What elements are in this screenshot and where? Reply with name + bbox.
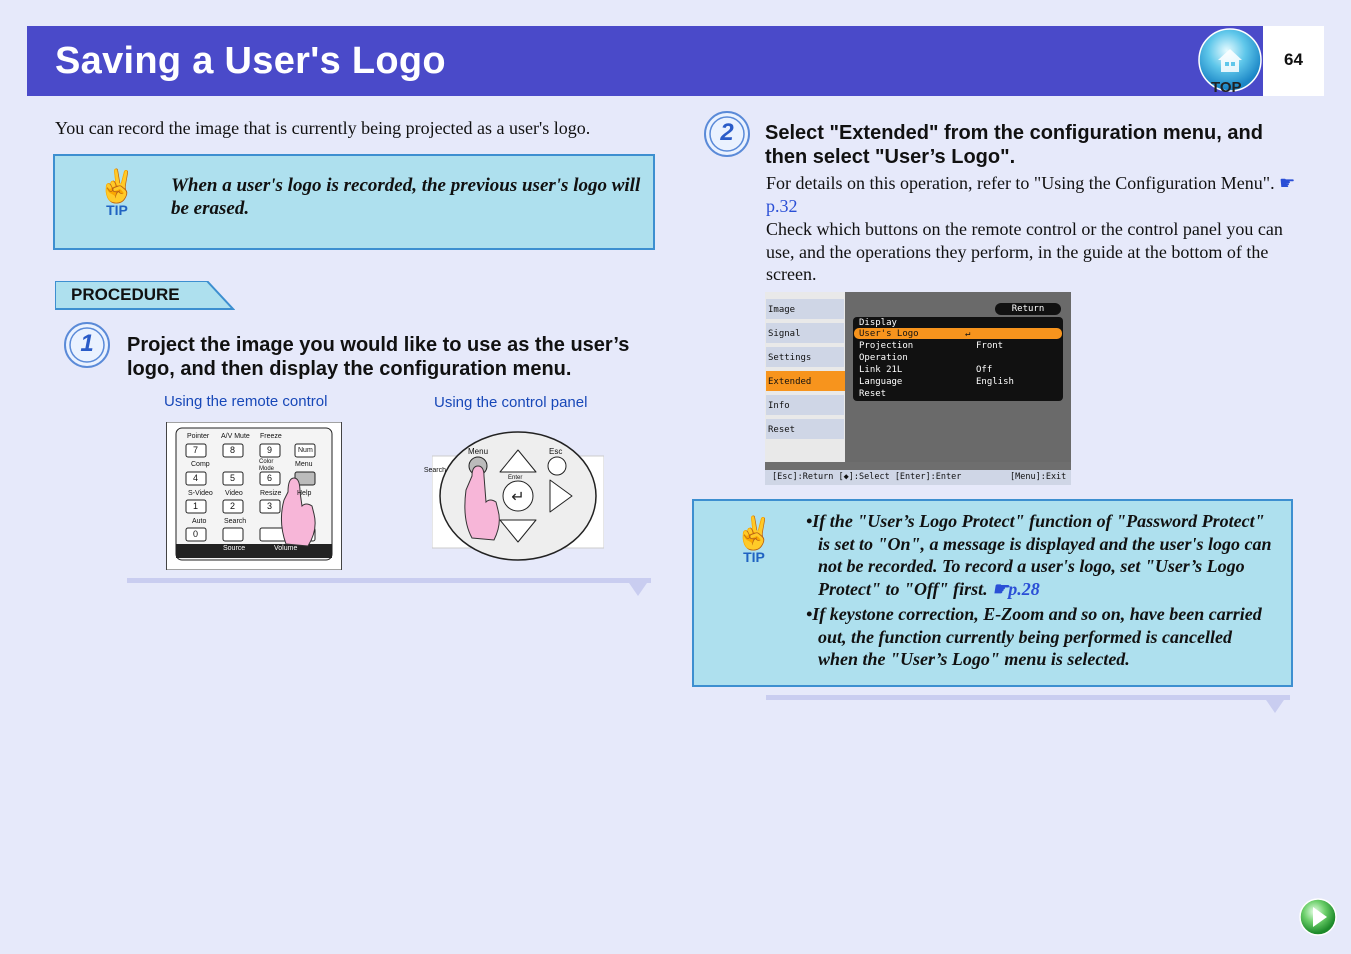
remote-key-pointer: Pointer	[187, 433, 210, 440]
remote-num-num: Num	[298, 447, 313, 454]
remote-num-7: 7	[193, 445, 199, 455]
remote-key-search: Search	[224, 518, 247, 525]
panel-esc-label: Esc	[549, 447, 563, 456]
menu-enter-icon: ↵	[965, 329, 971, 339]
menu-item-extended[interactable]: Extended	[766, 371, 846, 391]
tip-list: •If the "User’s Logo Protect" function o…	[806, 510, 1272, 674]
tip-badge-2: ✌ TIP	[734, 517, 774, 565]
link-p28[interactable]: p.28	[1008, 579, 1040, 599]
page-number-box: 64	[1263, 26, 1324, 96]
remote-key-avmute: A/V Mute	[221, 433, 250, 440]
panel-enter-label: Enter	[508, 475, 523, 481]
remote-num-0: 0	[193, 529, 199, 539]
step-2-number: 2	[720, 119, 734, 146]
procedure-tag: PROCEDURE	[55, 281, 235, 310]
remote-control-illustration: Pointer A/V Mute Freeze 7 8 9 Num Comp C…	[166, 421, 342, 571]
pointer-hand-icon: ☛	[1279, 173, 1296, 193]
menu-row-language[interactable]: Language	[859, 376, 902, 388]
pointer-hand-icon: ☛	[992, 578, 1009, 599]
remote-num-4: 4	[193, 473, 199, 483]
menu-row-operation[interactable]: Operation	[859, 352, 908, 364]
section-divider	[127, 578, 651, 596]
remote-key-colormode: Color Mode	[259, 459, 275, 472]
menu-row-users-logo[interactable]: User's Logo	[859, 328, 919, 340]
caption-remote: Using the remote control	[164, 393, 328, 410]
menu-item-reset-left[interactable]: Reset	[766, 419, 844, 439]
menu-row-link21l[interactable]: Link 21L	[859, 364, 902, 376]
remote-num-6: 6	[267, 473, 273, 483]
config-menu-screenshot: Image Signal Settings Extended Info Rese…	[765, 292, 1071, 485]
link-p32[interactable]: p.32	[766, 196, 798, 216]
step-2-heading: Select "Extended" from the configuration…	[765, 122, 1263, 168]
panel-search-label: Search	[423, 467, 446, 474]
menu-row-language-value: English	[976, 377, 1014, 387]
remote-num-8: 8	[230, 445, 236, 455]
page-header: Saving a User's Logo	[27, 26, 1263, 96]
remote-num-2: 2	[230, 501, 236, 511]
top-button[interactable]: TOP	[1198, 28, 1264, 96]
remote-source-label: Source	[223, 545, 246, 552]
menu-item-settings[interactable]: Settings	[766, 347, 844, 367]
remote-key-svideo: S-Video	[188, 490, 213, 497]
remote-key-help: Help	[297, 490, 312, 497]
page-number: 64	[1284, 50, 1303, 69]
remote-num-9: 9	[267, 445, 273, 455]
remote-key-comp: Comp	[191, 461, 210, 468]
step-1-number: 1	[80, 330, 94, 357]
menu-footer-bar: [Esc]:Return [◆]:Select [Enter]:Enter [M…	[765, 470, 1071, 485]
section-divider-2	[766, 695, 1290, 713]
top-label: TOP	[1211, 79, 1242, 96]
remote-volume-label: Volume	[274, 545, 298, 552]
menu-row-projection[interactable]: Projection	[859, 340, 913, 352]
remote-key-auto: Auto	[192, 518, 207, 525]
step-2-badge: 2	[703, 110, 751, 158]
remote-key-freeze: Freeze	[260, 433, 282, 440]
tip-label-2: TIP	[743, 549, 765, 565]
remote-num-3: 3	[267, 501, 273, 511]
tip-hand-icon: ✌	[97, 168, 137, 204]
caption-panel: Using the control panel	[434, 394, 588, 411]
panel-menu-label: Menu	[468, 447, 489, 456]
menu-item-info[interactable]: Info	[766, 395, 844, 415]
tip-box-2: ✌ TIP •If the "User’s Logo Protect" func…	[692, 499, 1293, 687]
procedure-label: PROCEDURE	[71, 285, 180, 304]
menu-footer-left: [Esc]:Return [◆]:Select [Enter]:Enter	[772, 472, 962, 482]
next-arrow-icon	[1299, 898, 1337, 936]
step-2-para1: For details on this operation, refer to …	[766, 172, 1296, 217]
remote-num-1: 1	[193, 501, 199, 511]
step-1-badge: 1	[63, 321, 111, 369]
next-page-button[interactable]	[1298, 897, 1338, 937]
menu-item-signal[interactable]: Signal	[766, 323, 844, 343]
tip-box: ✌ TIP When a user's logo is recorded, th…	[53, 154, 655, 250]
menu-row-projection-value: Front	[976, 341, 1004, 351]
svg-text:↵: ↵	[511, 487, 524, 506]
control-panel-illustration: ↵ Menu Esc Enter Search	[424, 430, 605, 562]
intro-text: You can record the image that is current…	[55, 118, 591, 138]
page-title: Saving a User's Logo	[55, 40, 446, 82]
step-2-para2: Check which buttons on the remote contro…	[766, 219, 1283, 284]
tip-item-1: •If the "User’s Logo Protect" function o…	[806, 510, 1272, 600]
tip-label: TIP	[106, 202, 128, 218]
step-1-heading: Project the image you would like to use …	[127, 334, 630, 380]
menu-footer-right: [Menu]:Exit	[1010, 472, 1067, 482]
menu-return-button[interactable]: Return	[995, 303, 1061, 315]
step-2-para1-text: For details on this operation, refer to …	[766, 173, 1280, 193]
tip-item-2: •If keystone correction, E-Zoom and so o…	[806, 604, 1262, 669]
tip-text: When a user's logo is recorded, the prev…	[171, 175, 641, 219]
menu-row-link21l-value: Off	[976, 365, 993, 375]
remote-key-menu: Menu	[295, 461, 313, 468]
tip-badge: ✌ TIP	[97, 170, 137, 218]
remote-num-5: 5	[230, 473, 236, 483]
menu-row-reset[interactable]: Reset	[859, 388, 886, 400]
tip-hand-icon: ✌	[734, 515, 774, 551]
remote-key-resize: Resize	[260, 490, 282, 497]
remote-key-video: Video	[225, 490, 243, 497]
menu-item-image[interactable]: Image	[766, 299, 844, 319]
